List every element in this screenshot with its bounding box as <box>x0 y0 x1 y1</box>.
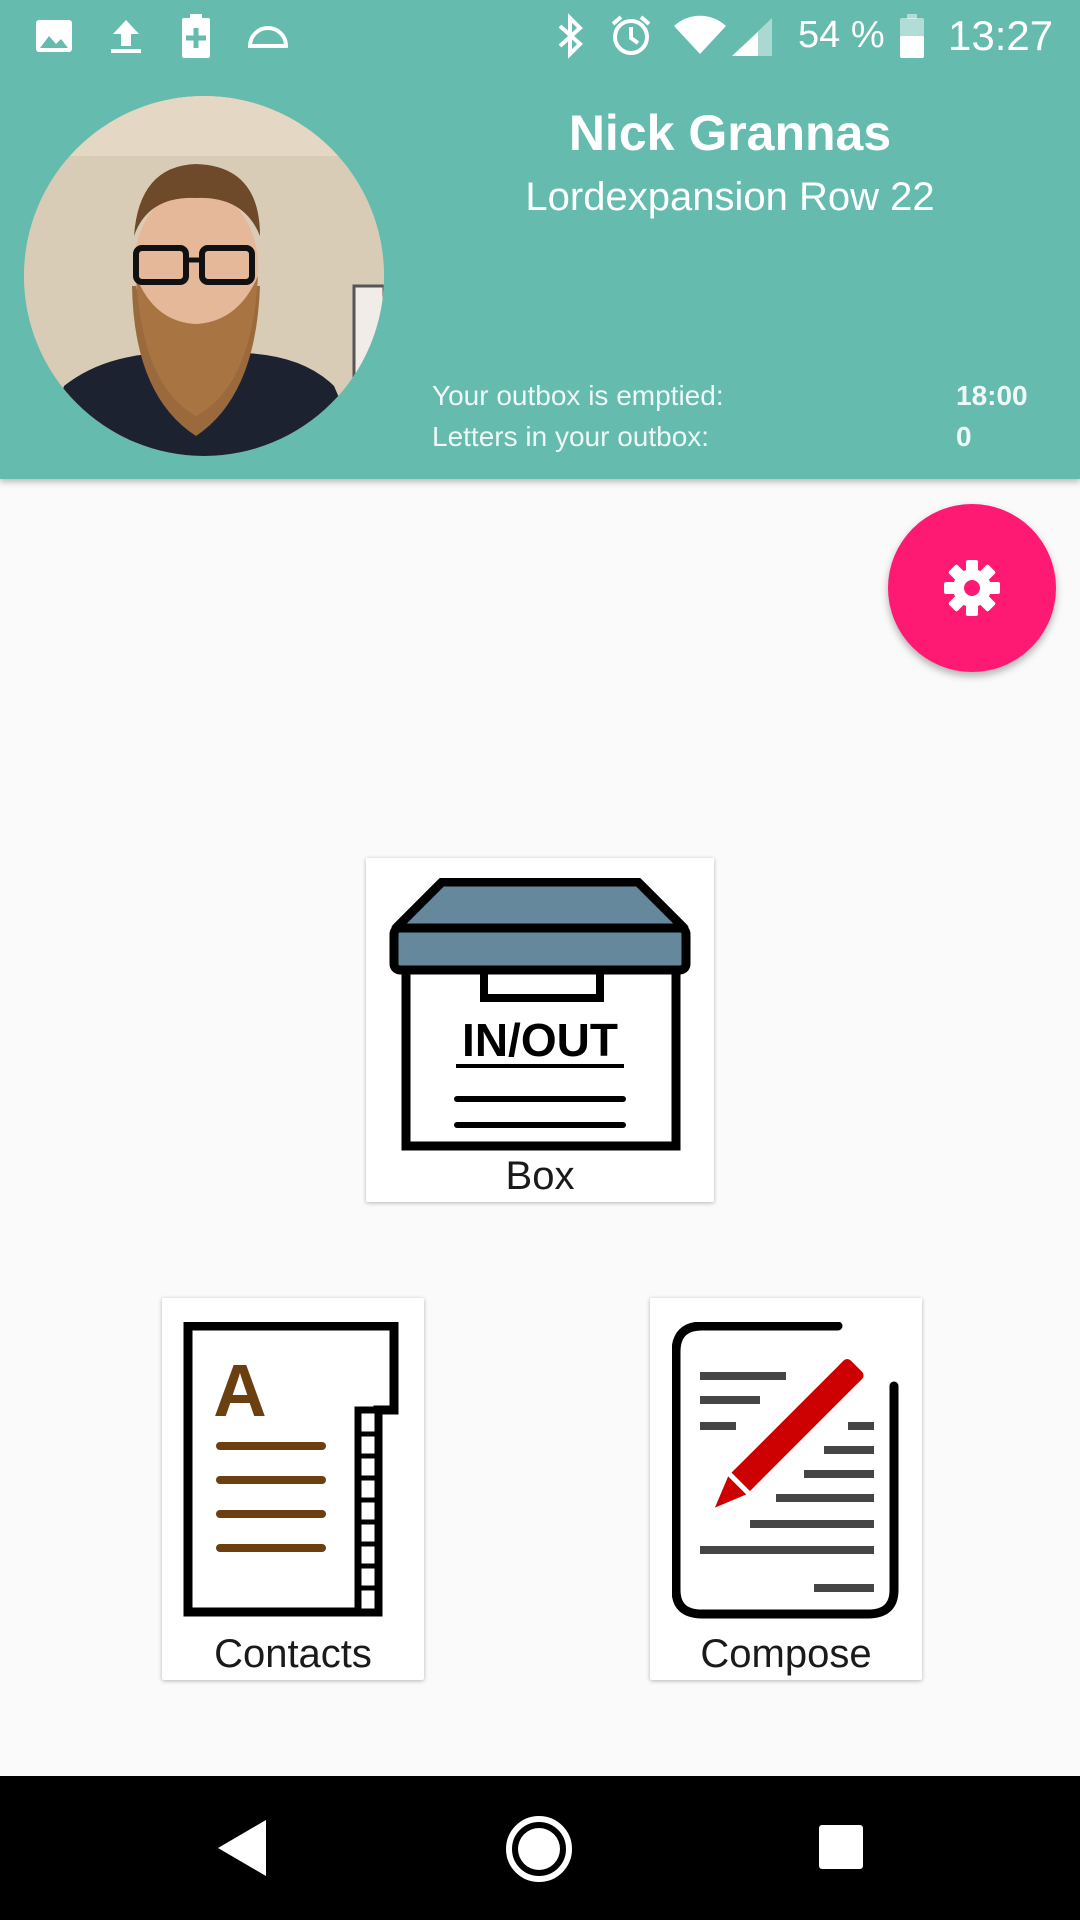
profile-address: Lordexpansion Row 22 <box>525 175 935 219</box>
signal-icon <box>732 18 772 56</box>
bluetooth-icon <box>558 13 583 59</box>
pencil-document-icon <box>672 1322 899 1619</box>
letters-in-outbox-label: Letters in your outbox: <box>432 421 710 452</box>
in-out-box-icon: IN/OUT <box>389 878 691 1151</box>
status-bar: 54 % 13:27 <box>0 0 1080 72</box>
upload-icon <box>111 20 141 53</box>
navigation-bar <box>0 1776 1080 1920</box>
address-book-icon: A <box>183 1322 399 1617</box>
compose-tile[interactable]: Compose <box>650 1298 922 1680</box>
half-circle-icon <box>247 26 289 48</box>
profile-header: 54 % 13:27 Nick Grannas Lordexpansion Ro… <box>0 0 1080 479</box>
battery-icon <box>900 14 924 58</box>
outbox-emptied-value: 18:00 <box>956 380 1028 411</box>
profile-name: Nick Grannas <box>568 105 892 161</box>
box-tile[interactable]: IN/OUT Box <box>366 858 714 1202</box>
battery-percent: 54 % <box>798 14 885 56</box>
letters-in-outbox-value: 0 <box>956 421 972 452</box>
alarm-icon <box>611 15 651 55</box>
recents-square-icon[interactable] <box>818 1824 864 1870</box>
contacts-label: Contacts <box>214 1632 372 1676</box>
gear-icon <box>944 560 1000 616</box>
image-icon <box>36 20 72 52</box>
avatar[interactable] <box>24 96 384 456</box>
letters-in-outbox-row: Letters in your outbox: 0 <box>432 421 1032 461</box>
box-label: Box <box>505 1154 575 1198</box>
outbox-emptied-label: Your outbox is emptied: <box>432 380 724 411</box>
battery-plus-icon <box>182 14 210 58</box>
compose-label: Compose <box>700 1632 872 1676</box>
in-out-label: IN/OUT <box>462 1014 618 1066</box>
home-circle-icon[interactable] <box>504 1814 574 1884</box>
clock: 13:27 <box>948 12 1054 59</box>
back-triangle-icon[interactable] <box>212 1816 272 1880</box>
contacts-letter: A <box>213 1349 266 1432</box>
contacts-tile[interactable]: A Contacts <box>162 1298 424 1680</box>
outbox-emptied-row: Your outbox is emptied: 18:00 <box>432 380 1032 420</box>
settings-button[interactable] <box>888 504 1056 672</box>
wifi-icon <box>674 15 726 54</box>
